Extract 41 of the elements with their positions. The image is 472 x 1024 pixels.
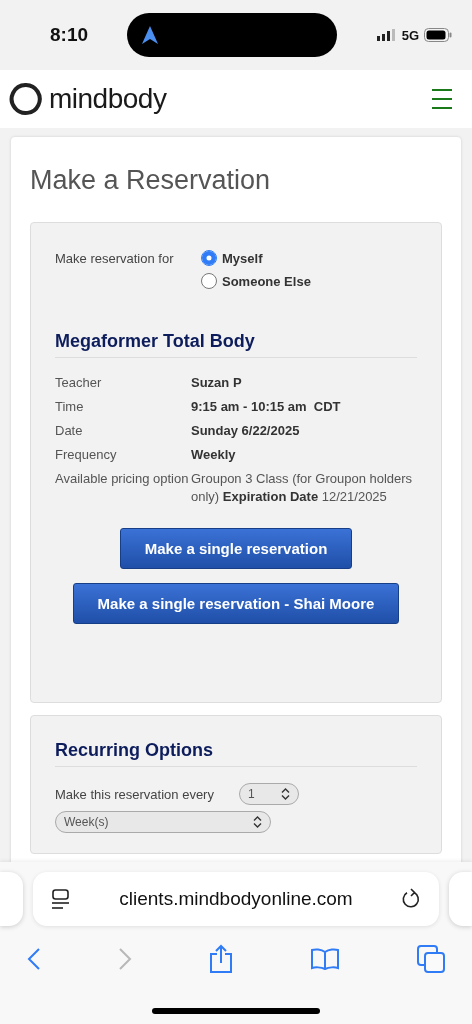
class-title: Megaformer Total Body bbox=[55, 331, 417, 358]
reservation-for-label: Make reservation for bbox=[55, 251, 175, 268]
detail-value: Groupon 3 Class (for Groupon holders only) Expiration Date 12/21/2025 bbox=[191, 470, 414, 506]
detail-label: Date bbox=[55, 422, 84, 440]
reservation-button[interactable]: Make a single reservation bbox=[119, 528, 353, 569]
detail-label: Frequency bbox=[55, 446, 118, 464]
count-select[interactable]: 1 bbox=[239, 783, 299, 805]
signal-icon bbox=[376, 29, 397, 41]
reservation-button[interactable]: Make a single reservation - Shai Moore bbox=[72, 583, 400, 624]
page-menu-icon[interactable] bbox=[51, 888, 71, 910]
share-icon[interactable] bbox=[209, 944, 233, 974]
detail-value: Sunday 6/22/2025 bbox=[191, 422, 300, 440]
radio-button[interactable] bbox=[201, 273, 217, 289]
address-bar[interactable]: clients.mindbodyonline.com bbox=[33, 872, 439, 926]
detail-value: 9:15 am - 10:15 am CDT bbox=[191, 398, 341, 416]
detail-value: Suzan P bbox=[191, 374, 242, 392]
detail-label: Time bbox=[55, 398, 85, 416]
every-label: Make this reservation every bbox=[55, 786, 215, 802]
detail-value: Weekly bbox=[191, 446, 236, 464]
radio-label[interactable]: Someone Else bbox=[222, 273, 311, 289]
location-arrow-icon bbox=[142, 26, 158, 44]
chevron-updown-icon bbox=[281, 788, 290, 800]
book-icon[interactable] bbox=[310, 947, 340, 971]
recurring-title: Recurring Options bbox=[55, 740, 417, 767]
chevron-updown-icon bbox=[253, 816, 262, 828]
detail-label: Available pricing option bbox=[55, 470, 190, 488]
menu-icon[interactable] bbox=[432, 88, 452, 110]
network-label: 5G bbox=[401, 27, 419, 43]
battery-icon bbox=[424, 28, 452, 42]
page-title: Make a Reservation bbox=[30, 164, 272, 197]
radio-label[interactable]: Myself bbox=[222, 250, 263, 266]
tabs-icon[interactable] bbox=[417, 945, 445, 973]
radio-button[interactable] bbox=[201, 250, 217, 266]
logo-icon bbox=[9, 82, 43, 116]
logo-text: mindbody bbox=[49, 83, 167, 115]
status-time: 8:10 bbox=[50, 24, 90, 46]
back-icon[interactable] bbox=[27, 947, 41, 971]
reload-icon[interactable] bbox=[401, 888, 421, 910]
url-text: clients.mindbodyonline.com bbox=[119, 888, 353, 910]
unit-select[interactable]: Week(s) bbox=[55, 811, 271, 833]
detail-label: Teacher bbox=[55, 374, 103, 392]
